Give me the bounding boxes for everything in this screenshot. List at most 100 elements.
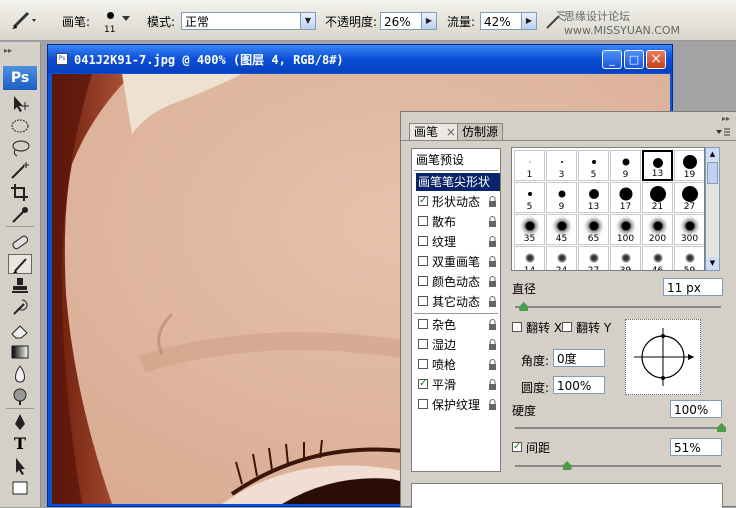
dual-brush-checkbox[interactable] (418, 256, 428, 266)
brush-tip-cell[interactable]: 24 (546, 246, 577, 270)
flow-slider-arrow-icon[interactable]: ▶ (521, 12, 537, 30)
history-brush-tool-icon[interactable] (8, 298, 32, 318)
lock-icon[interactable] (488, 296, 497, 307)
brush-tip-cell[interactable]: 21 (642, 182, 673, 213)
diameter-slider-track[interactable] (515, 306, 721, 308)
lock-icon[interactable] (488, 236, 497, 247)
color-dynamics-item[interactable]: 颜色动态 (416, 273, 500, 291)
shape-dynamics-item[interactable]: ✓ 形状动态 (416, 193, 500, 211)
flip-y-control[interactable]: 翻转 Y (562, 319, 622, 335)
shape-dynamics-checkbox[interactable]: ✓ (418, 196, 428, 206)
tab-close-icon[interactable]: × (446, 125, 456, 139)
texture-checkbox[interactable] (418, 236, 428, 246)
brush-tip-cell[interactable]: 14 (514, 246, 545, 270)
brush-tip-cell[interactable]: 300 (674, 214, 704, 245)
brush-tip-cell[interactable]: 59 (674, 246, 704, 270)
lock-icon[interactable] (488, 256, 497, 267)
brush-tip-cell[interactable]: 1 (514, 150, 545, 181)
brush-tip-cell[interactable]: 27 (674, 182, 704, 213)
angle-input[interactable]: 0度 (553, 349, 605, 367)
flip-x-checkbox[interactable] (512, 322, 522, 332)
brush-tip-cell[interactable]: 65 (578, 214, 609, 245)
hardness-slider-track[interactable] (515, 427, 721, 429)
mode-select[interactable]: 正常 ▼ (181, 12, 316, 30)
spacing-slider-thumb[interactable] (562, 461, 572, 470)
brush-tip-cell[interactable]: 3 (546, 150, 577, 181)
move-tool-icon[interactable] (8, 94, 32, 114)
clone-stamp-tool-icon[interactable] (8, 276, 32, 296)
angle-roundness-preview[interactable] (625, 319, 701, 395)
collapse-arrows-icon[interactable]: ▸▸ (4, 46, 12, 55)
brush-presets-item[interactable]: 画笔预设 (416, 151, 464, 168)
eraser-tool-icon[interactable] (8, 320, 32, 340)
spacing-slider-track[interactable] (515, 465, 721, 467)
scattering-item[interactable]: 散布 (416, 213, 500, 231)
airbrush-item[interactable]: 喷枪 (416, 356, 500, 374)
chevron-down-icon[interactable]: ▼ (300, 12, 316, 30)
spacing-checkbox[interactable]: ✓ (512, 442, 522, 452)
brush-tip-cell[interactable]: 200 (642, 214, 673, 245)
lock-icon[interactable] (488, 196, 497, 207)
brush-tip-cell[interactable]: 5 (514, 182, 545, 213)
brush-tip-shape-item[interactable]: 画笔笔尖形状 (416, 173, 500, 191)
airbrush-checkbox[interactable] (418, 359, 428, 369)
diameter-slider-thumb[interactable] (519, 302, 529, 311)
pen-tool-icon[interactable] (8, 412, 32, 432)
hardness-input[interactable]: 100% (670, 400, 722, 418)
scroll-up-icon[interactable]: ▲ (706, 148, 719, 161)
brush-tip-cell[interactable]: 5 (578, 150, 609, 181)
protect-texture-item[interactable]: 保护纹理 (416, 396, 500, 414)
brush-tool-icon[interactable] (8, 254, 32, 274)
spacing-control[interactable]: ✓ 间距 (512, 439, 572, 455)
tab-clone-source[interactable]: 仿制源 (457, 123, 504, 140)
rectangle-tool-icon[interactable] (8, 478, 32, 498)
wet-edges-checkbox[interactable] (418, 339, 428, 349)
brush-tip-cell[interactable]: 9 (610, 150, 641, 181)
smoothing-checkbox[interactable]: ✓ (418, 379, 428, 389)
diameter-input[interactable]: 11 px (663, 278, 723, 296)
brush-tip-cell[interactable]: 9 (546, 182, 577, 213)
marquee-tool-icon[interactable] (8, 116, 32, 136)
tab-brush[interactable]: 画笔 × (409, 123, 461, 140)
lock-icon[interactable] (488, 399, 497, 410)
crop-tool-icon[interactable] (8, 182, 32, 202)
noise-item[interactable]: 杂色 (416, 316, 500, 334)
color-dynamics-checkbox[interactable] (418, 276, 428, 286)
roundness-input[interactable]: 100% (553, 376, 605, 394)
lock-icon[interactable] (488, 216, 497, 227)
opacity-slider-arrow-icon[interactable]: ▶ (421, 12, 437, 30)
flow-input[interactable]: 42% (480, 12, 522, 30)
lock-icon[interactable] (488, 319, 497, 330)
spacing-input[interactable]: 51% (670, 438, 722, 456)
opacity-input[interactable]: 26% (380, 12, 422, 30)
brush-tip-cell[interactable]: 17 (610, 182, 641, 213)
brush-grid-scrollbar[interactable]: ▲ ▼ (705, 147, 720, 271)
brush-preview-picker[interactable]: 11 (98, 8, 134, 36)
scroll-down-icon[interactable]: ▼ (706, 257, 719, 270)
lock-icon[interactable] (488, 339, 497, 350)
document-title-bar[interactable]: Ps 041J2K91-7.jpg @ 400% (图层 4, RGB/8#) … (48, 45, 672, 73)
gradient-tool-icon[interactable] (8, 342, 32, 362)
scroll-thumb[interactable] (707, 162, 718, 184)
close-button[interactable]: × (646, 50, 666, 69)
type-tool-icon[interactable]: T (8, 434, 32, 454)
eyedropper-tool-icon[interactable] (8, 204, 32, 224)
minimize-button[interactable]: _ (602, 50, 622, 69)
ps-logo[interactable]: Ps (3, 66, 37, 90)
flip-y-checkbox[interactable] (562, 322, 572, 332)
scattering-checkbox[interactable] (418, 216, 428, 226)
panel-collapse-icon[interactable]: ▸▸ (722, 114, 730, 123)
healing-brush-tool-icon[interactable] (8, 232, 32, 252)
maximize-button[interactable]: □ (624, 50, 644, 69)
protect-texture-checkbox[interactable] (418, 399, 428, 409)
dodge-tool-icon[interactable] (8, 386, 32, 406)
blur-tool-icon[interactable] (8, 364, 32, 384)
panel-menu-icon[interactable] (716, 127, 730, 137)
brush-tip-cell[interactable]: 35 (514, 214, 545, 245)
brush-tip-cell[interactable]: 39 (610, 246, 641, 270)
smoothing-item[interactable]: ✓ 平滑 (416, 376, 500, 394)
other-dynamics-checkbox[interactable] (418, 296, 428, 306)
noise-checkbox[interactable] (418, 319, 428, 329)
hardness-slider-thumb[interactable] (717, 423, 726, 432)
brush-tip-cell[interactable]: 13 (642, 150, 673, 181)
